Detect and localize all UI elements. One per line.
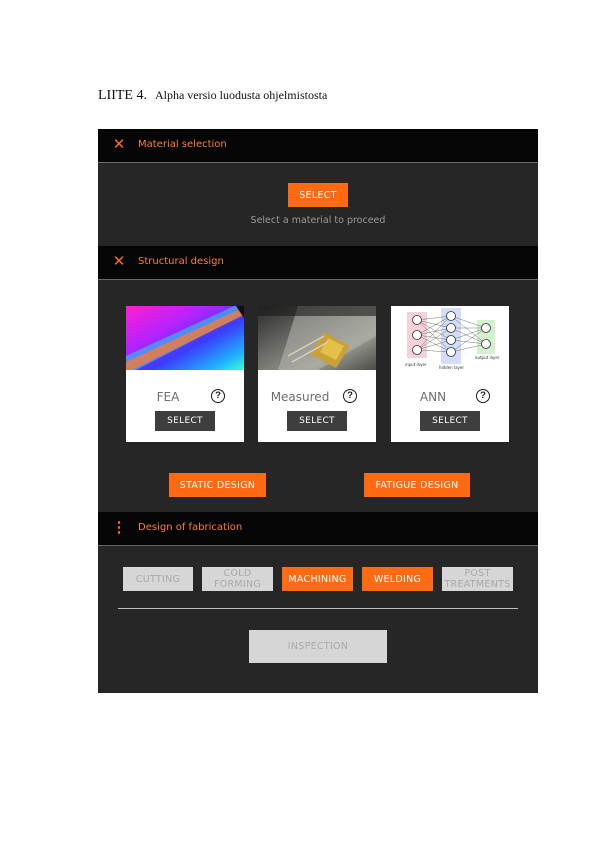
close-icon[interactable]: ✕ — [111, 137, 127, 153]
fabrication-header[interactable]: ⋮ Design of fabrication — [98, 512, 538, 546]
static-design-button[interactable]: STATIC DESIGN — [169, 473, 266, 497]
post-treatments-button[interactable]: POST TREATMENTS — [442, 567, 513, 591]
fea-select-button[interactable]: SELECT — [155, 411, 215, 431]
material-hint: Select a material to proceed — [250, 215, 386, 226]
help-icon[interactable]: ? — [476, 389, 490, 403]
ann-select-button[interactable]: SELECT — [420, 411, 480, 431]
ann-hidden-layer-label: hidden layer — [439, 365, 464, 370]
appendix-label: LIITE 4. — [98, 88, 147, 103]
fea-label: FEA — [156, 390, 180, 404]
page-heading: LIITE 4. Alpha versio luodusta ohjelmist… — [98, 86, 327, 104]
fatigue-design-button[interactable]: FATIGUE DESIGN — [364, 473, 470, 497]
strain-gauge-photo — [258, 306, 376, 370]
ann-output-layer-label: output layer — [475, 355, 500, 360]
ann-label: ANN — [419, 390, 447, 404]
material-selection-title: Material selection — [138, 139, 227, 150]
fabrication-title: Design of fabrication — [138, 522, 243, 533]
fea-contour-image — [126, 306, 244, 370]
welding-button[interactable]: WELDING — [362, 567, 433, 591]
material-selection-header[interactable]: ✕ Material selection — [98, 129, 538, 163]
help-icon[interactable]: ? — [343, 389, 357, 403]
close-icon[interactable]: ✕ — [111, 254, 127, 270]
cutting-button[interactable]: CUTTING — [123, 567, 193, 591]
more-vertical-icon[interactable]: ⋮ — [111, 520, 127, 536]
page-caption: Alpha versio luodusta ohjelmistosta — [154, 88, 328, 102]
material-select-button[interactable]: SELECT — [288, 183, 348, 207]
ann-card: input layer hidden layer output layer AN… — [391, 306, 509, 442]
ann-input-layer-label: input layer — [405, 362, 427, 367]
help-icon[interactable]: ? — [211, 389, 225, 403]
measured-label: Measured — [270, 390, 330, 404]
measured-select-button[interactable]: SELECT — [287, 411, 347, 431]
structural-design-header[interactable]: ✕ Structural design — [98, 246, 538, 280]
measured-card: Measured ? SELECT — [258, 306, 376, 442]
machining-button[interactable]: MACHINING — [282, 567, 353, 591]
neural-network-diagram: input layer hidden layer output layer — [391, 306, 509, 370]
inspection-button[interactable]: INSPECTION — [249, 630, 387, 663]
cold-forming-button[interactable]: COLD FORMING — [202, 567, 273, 591]
fea-card: FEA ? SELECT — [126, 306, 244, 442]
app-window: ✕ Material selection SELECT Select a mat… — [98, 129, 538, 693]
fabrication-divider — [118, 608, 518, 609]
structural-design-title: Structural design — [138, 256, 224, 267]
